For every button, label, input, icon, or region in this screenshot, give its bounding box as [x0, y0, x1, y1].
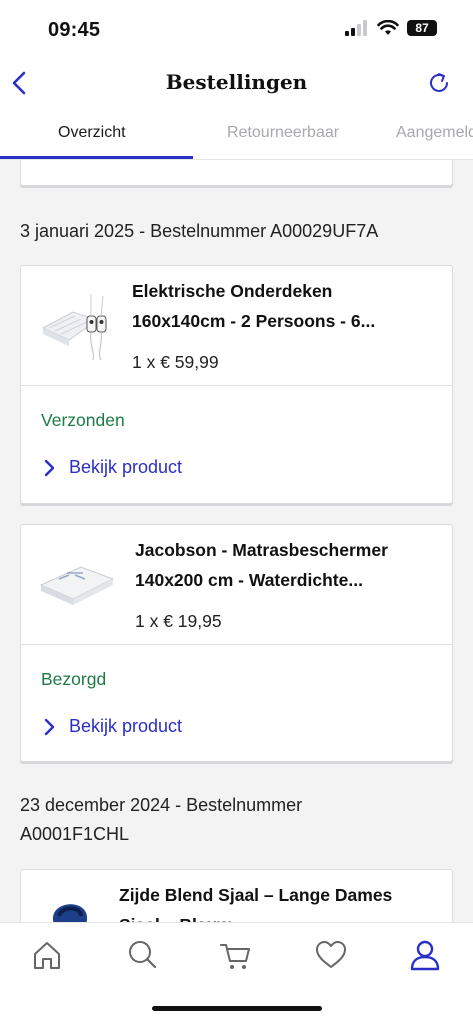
home-indicator — [152, 1006, 322, 1011]
order-heading: 23 december 2024 - Bestelnummer — [20, 795, 303, 815]
order-tabs: Overzicht Retourneerbaar Aangemeld — [0, 110, 473, 160]
tab-overzicht[interactable]: Overzicht — [58, 124, 126, 142]
product-name-line2[interactable]: Sjaal – Blauw — [119, 910, 231, 922]
view-product-link[interactable]: Bekijk product — [43, 457, 182, 478]
card-divider — [21, 385, 452, 386]
previous-order-card — [20, 160, 453, 186]
order-number: A0001F1CHL — [20, 824, 130, 844]
order-heading: 3 januari 2025 - Bestelnummer A00029UF7A — [20, 221, 379, 241]
tab-aangemeld[interactable]: Aangemeld — [396, 124, 473, 142]
tab-retourneerbaar[interactable]: Retourneerbaar — [227, 124, 339, 142]
product-name[interactable]: Elektrische Onderdeken — [132, 276, 332, 306]
page-title: Bestellingen — [165, 70, 308, 94]
shipping-status: Verzonden — [41, 410, 125, 430]
heart-icon[interactable] — [313, 937, 349, 973]
status-icons: 87 — [345, 20, 437, 36]
product-name-line2[interactable]: 140x200 cm - Waterdichte... — [135, 565, 363, 595]
view-product-label: Bekijk product — [69, 716, 183, 736]
order-item-card: Jacobson - Matrasbeschermer 140x200 cm -… — [20, 524, 453, 762]
chevron-right-icon — [44, 459, 55, 476]
product-thumbnail-heated-blanket[interactable] — [39, 286, 113, 364]
signal-icon — [345, 20, 367, 36]
order-item-card: Zijde Blend Sjaal – Lange Dames Sjaal – … — [20, 869, 453, 922]
home-icon[interactable] — [29, 937, 65, 973]
app-header: Bestellingen — [0, 56, 473, 110]
account-icon[interactable] — [407, 937, 443, 973]
wifi-icon — [377, 20, 399, 35]
active-tab-indicator — [0, 156, 193, 159]
product-name-line2[interactable]: 160x140cm - 2 Persoons - 6... — [132, 306, 375, 336]
search-icon[interactable] — [124, 937, 160, 973]
status-bar: 09:45 87 — [0, 0, 473, 56]
battery-icon: 87 — [407, 20, 437, 36]
view-product-label: Bekijk product — [69, 457, 183, 477]
product-thumbnail-scarf[interactable] — [43, 890, 99, 922]
product-name[interactable]: Jacobson - Matrasbeschermer — [135, 535, 388, 565]
cart-icon[interactable] — [218, 937, 254, 973]
chevron-right-icon — [44, 718, 55, 735]
product-thumbnail-mattress-protector[interactable] — [39, 549, 115, 615]
order-item-card: Elektrische Onderdeken 160x140cm - 2 Per… — [20, 265, 453, 504]
status-time: 09:45 — [48, 19, 101, 41]
quantity-price: 1 x € 19,95 — [135, 611, 222, 631]
product-name[interactable]: Zijde Blend Sjaal – Lange Dames — [119, 880, 392, 910]
card-divider — [21, 644, 452, 645]
refresh-icon[interactable] — [425, 68, 453, 98]
quantity-price: 1 x € 59,99 — [132, 352, 219, 372]
delivery-status: Bezorgd — [41, 669, 107, 689]
battery-level: 87 — [415, 21, 429, 35]
view-product-link[interactable]: Bekijk product — [43, 716, 182, 737]
orders-list: 3 januari 2025 - Bestelnummer A00029UF7A… — [0, 160, 473, 922]
